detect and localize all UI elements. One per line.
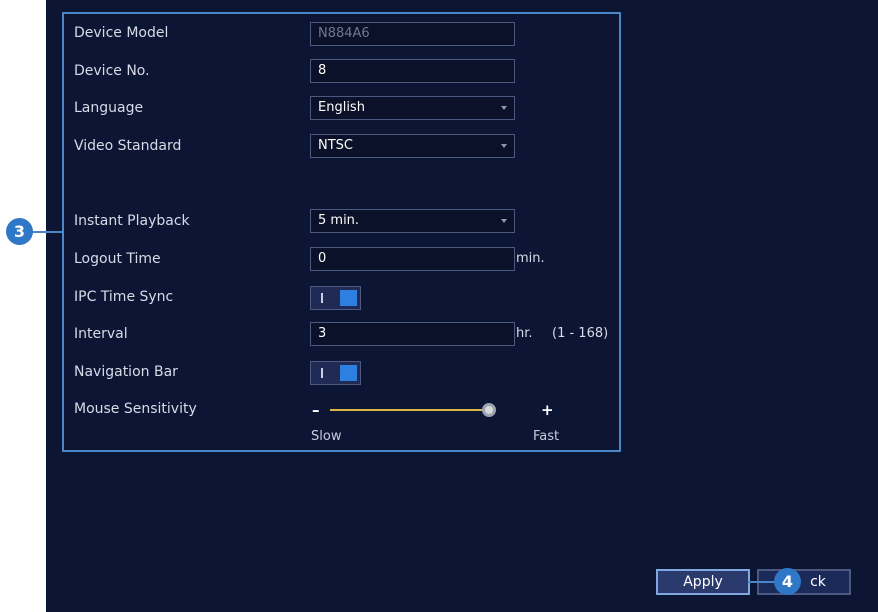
apply-button[interactable]: Apply: [656, 569, 750, 595]
device-model-field: N884A6: [310, 22, 515, 46]
toggle-knob: [340, 365, 357, 381]
logout-time-label: Logout Time: [74, 251, 161, 267]
instant-playback-dropdown[interactable]: 5 min.: [310, 209, 515, 233]
slider-decrease-icon[interactable]: –: [312, 402, 320, 418]
chevron-down-icon: [501, 219, 507, 223]
interval-range: (1 - 168): [552, 326, 609, 341]
device-no-input[interactable]: 8: [310, 59, 515, 83]
language-value: English: [318, 100, 365, 115]
interval-input[interactable]: 3: [310, 322, 515, 346]
chevron-down-icon: [501, 106, 507, 110]
toggle-knob: [340, 290, 357, 306]
slider-increase-icon[interactable]: +: [541, 402, 554, 418]
mouse-sensitivity-label: Mouse Sensitivity: [74, 401, 197, 417]
callout-badge-4: 4: [774, 568, 801, 595]
navigation-bar-toggle[interactable]: [310, 361, 361, 385]
slider-min-label: Slow: [311, 429, 342, 444]
video-standard-dropdown[interactable]: NTSC: [310, 134, 515, 158]
language-dropdown[interactable]: English: [310, 96, 515, 120]
video-standard-label: Video Standard: [74, 138, 182, 154]
slider-max-label: Fast: [533, 429, 560, 444]
interval-label: Interval: [74, 326, 128, 342]
interval-unit: hr.: [516, 326, 533, 341]
toggle-on-mark: [321, 368, 323, 378]
mouse-sensitivity-thumb[interactable]: [482, 403, 496, 417]
mouse-sensitivity-track[interactable]: [330, 409, 490, 411]
device-model-label: Device Model: [74, 25, 169, 41]
instant-playback-value: 5 min.: [318, 213, 360, 228]
callout-connector: [30, 231, 62, 233]
toggle-on-mark: [321, 293, 323, 303]
navigation-bar-label: Navigation Bar: [74, 364, 178, 380]
video-standard-value: NTSC: [318, 138, 353, 153]
callout-badge-3: 3: [6, 218, 33, 245]
ipc-time-sync-toggle[interactable]: [310, 286, 361, 310]
device-no-label: Device No.: [74, 63, 150, 79]
logout-time-unit: min.: [516, 251, 545, 266]
instant-playback-label: Instant Playback: [74, 213, 190, 229]
chevron-down-icon: [501, 144, 507, 148]
language-label: Language: [74, 100, 144, 116]
ipc-time-sync-label: IPC Time Sync: [74, 289, 174, 305]
logout-time-input[interactable]: 0: [310, 247, 515, 271]
